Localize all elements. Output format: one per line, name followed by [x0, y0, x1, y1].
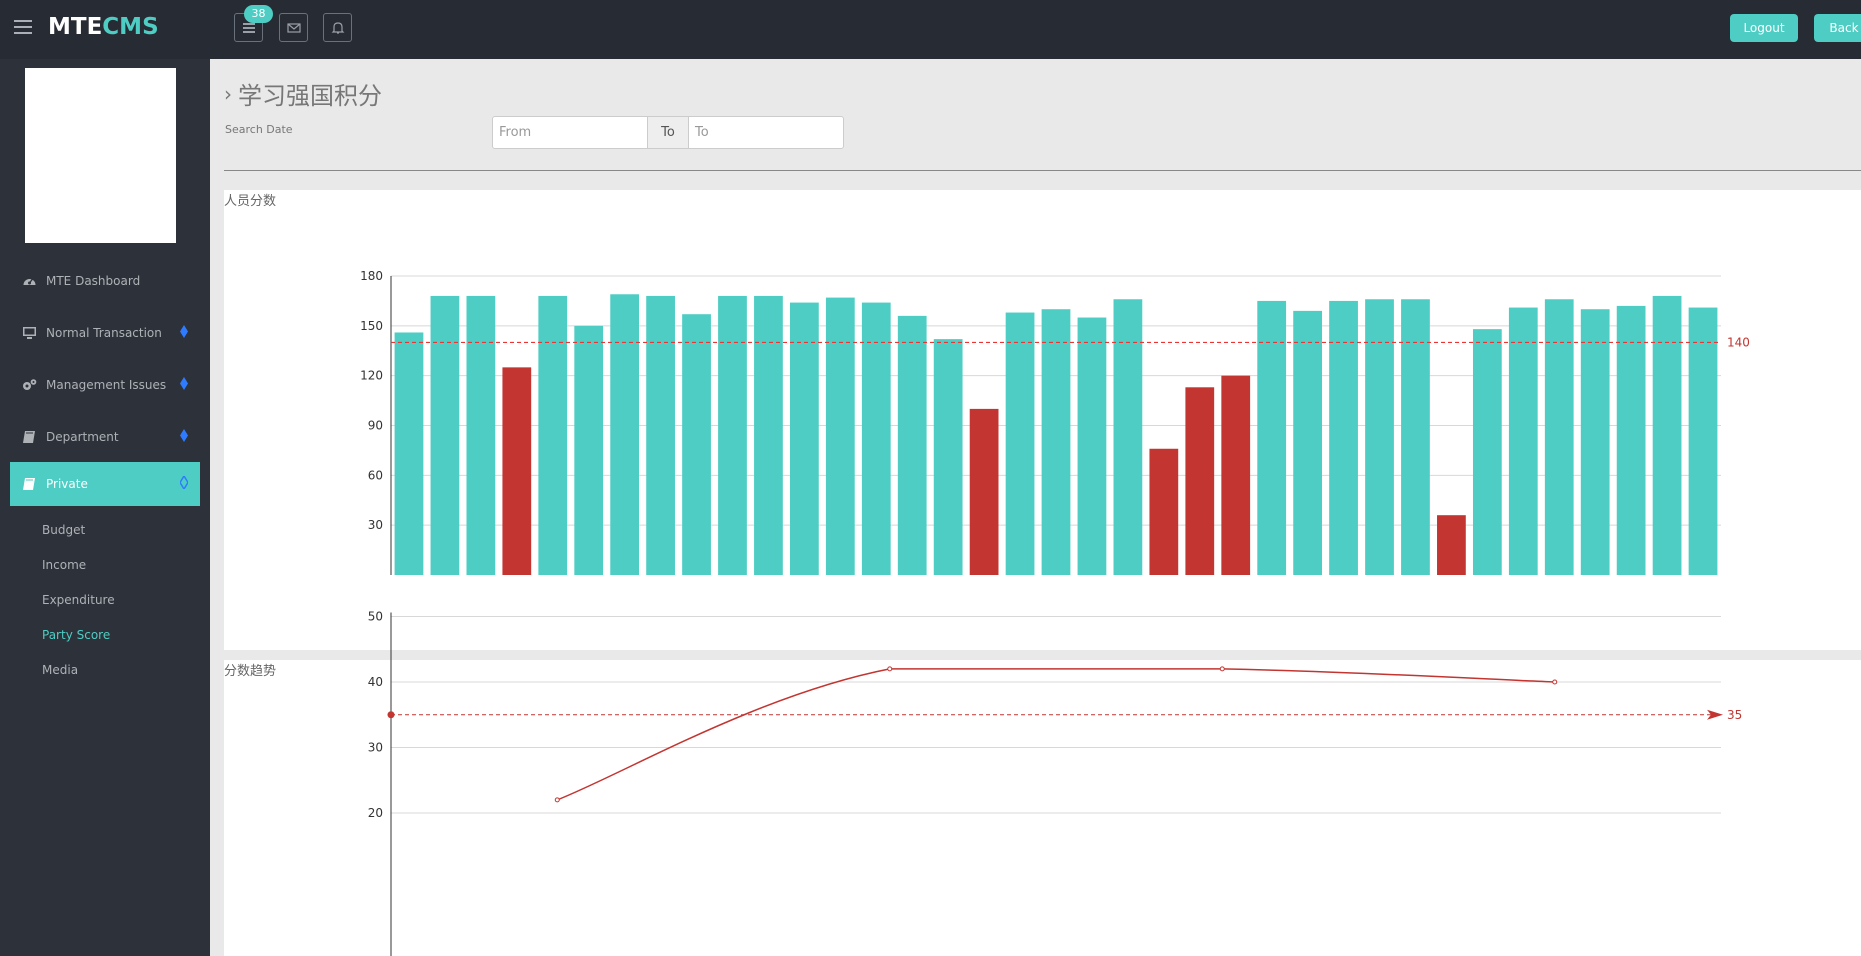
bar	[897, 315, 927, 575]
score-trend-chart-panel	[224, 660, 1861, 956]
bar-y-tick-label: 150	[360, 319, 383, 333]
bar	[1616, 305, 1646, 575]
bar	[718, 295, 747, 575]
bar-y-tick-label: 30	[368, 518, 383, 532]
bar	[1652, 295, 1682, 575]
bar	[1508, 307, 1538, 575]
bar	[1688, 307, 1718, 575]
bar	[1437, 515, 1466, 575]
bar	[1041, 309, 1071, 575]
bar	[1472, 329, 1502, 575]
bar	[825, 297, 855, 575]
bar	[1005, 312, 1035, 575]
bar	[969, 408, 999, 575]
bar	[1185, 387, 1215, 575]
bar	[430, 295, 460, 575]
line-chart-title: 分数趋势	[224, 664, 277, 679]
bar	[646, 295, 675, 575]
bar-y-tick-label: 60	[368, 468, 383, 482]
bar	[1077, 317, 1107, 575]
bar	[502, 367, 532, 575]
bar	[394, 332, 424, 575]
bar	[1365, 299, 1394, 575]
bar	[790, 302, 819, 575]
bar	[1221, 375, 1251, 575]
bar-markline-label: 140	[1727, 335, 1750, 349]
bar	[1113, 299, 1143, 575]
bar-y-tick-label: 120	[360, 369, 383, 383]
bar-y-tick-label: 180	[360, 269, 383, 283]
bar	[610, 294, 640, 575]
bar	[1149, 448, 1179, 575]
bar	[538, 295, 568, 575]
bar	[1544, 299, 1574, 575]
bar	[1580, 309, 1610, 575]
bar	[682, 314, 711, 575]
bar	[1293, 310, 1322, 575]
bar	[574, 325, 604, 575]
bar	[466, 295, 496, 575]
bar-y-tick-label: 90	[368, 419, 383, 433]
bar	[1401, 299, 1430, 575]
bar	[933, 339, 963, 575]
bar	[861, 302, 891, 575]
bar	[754, 295, 783, 575]
